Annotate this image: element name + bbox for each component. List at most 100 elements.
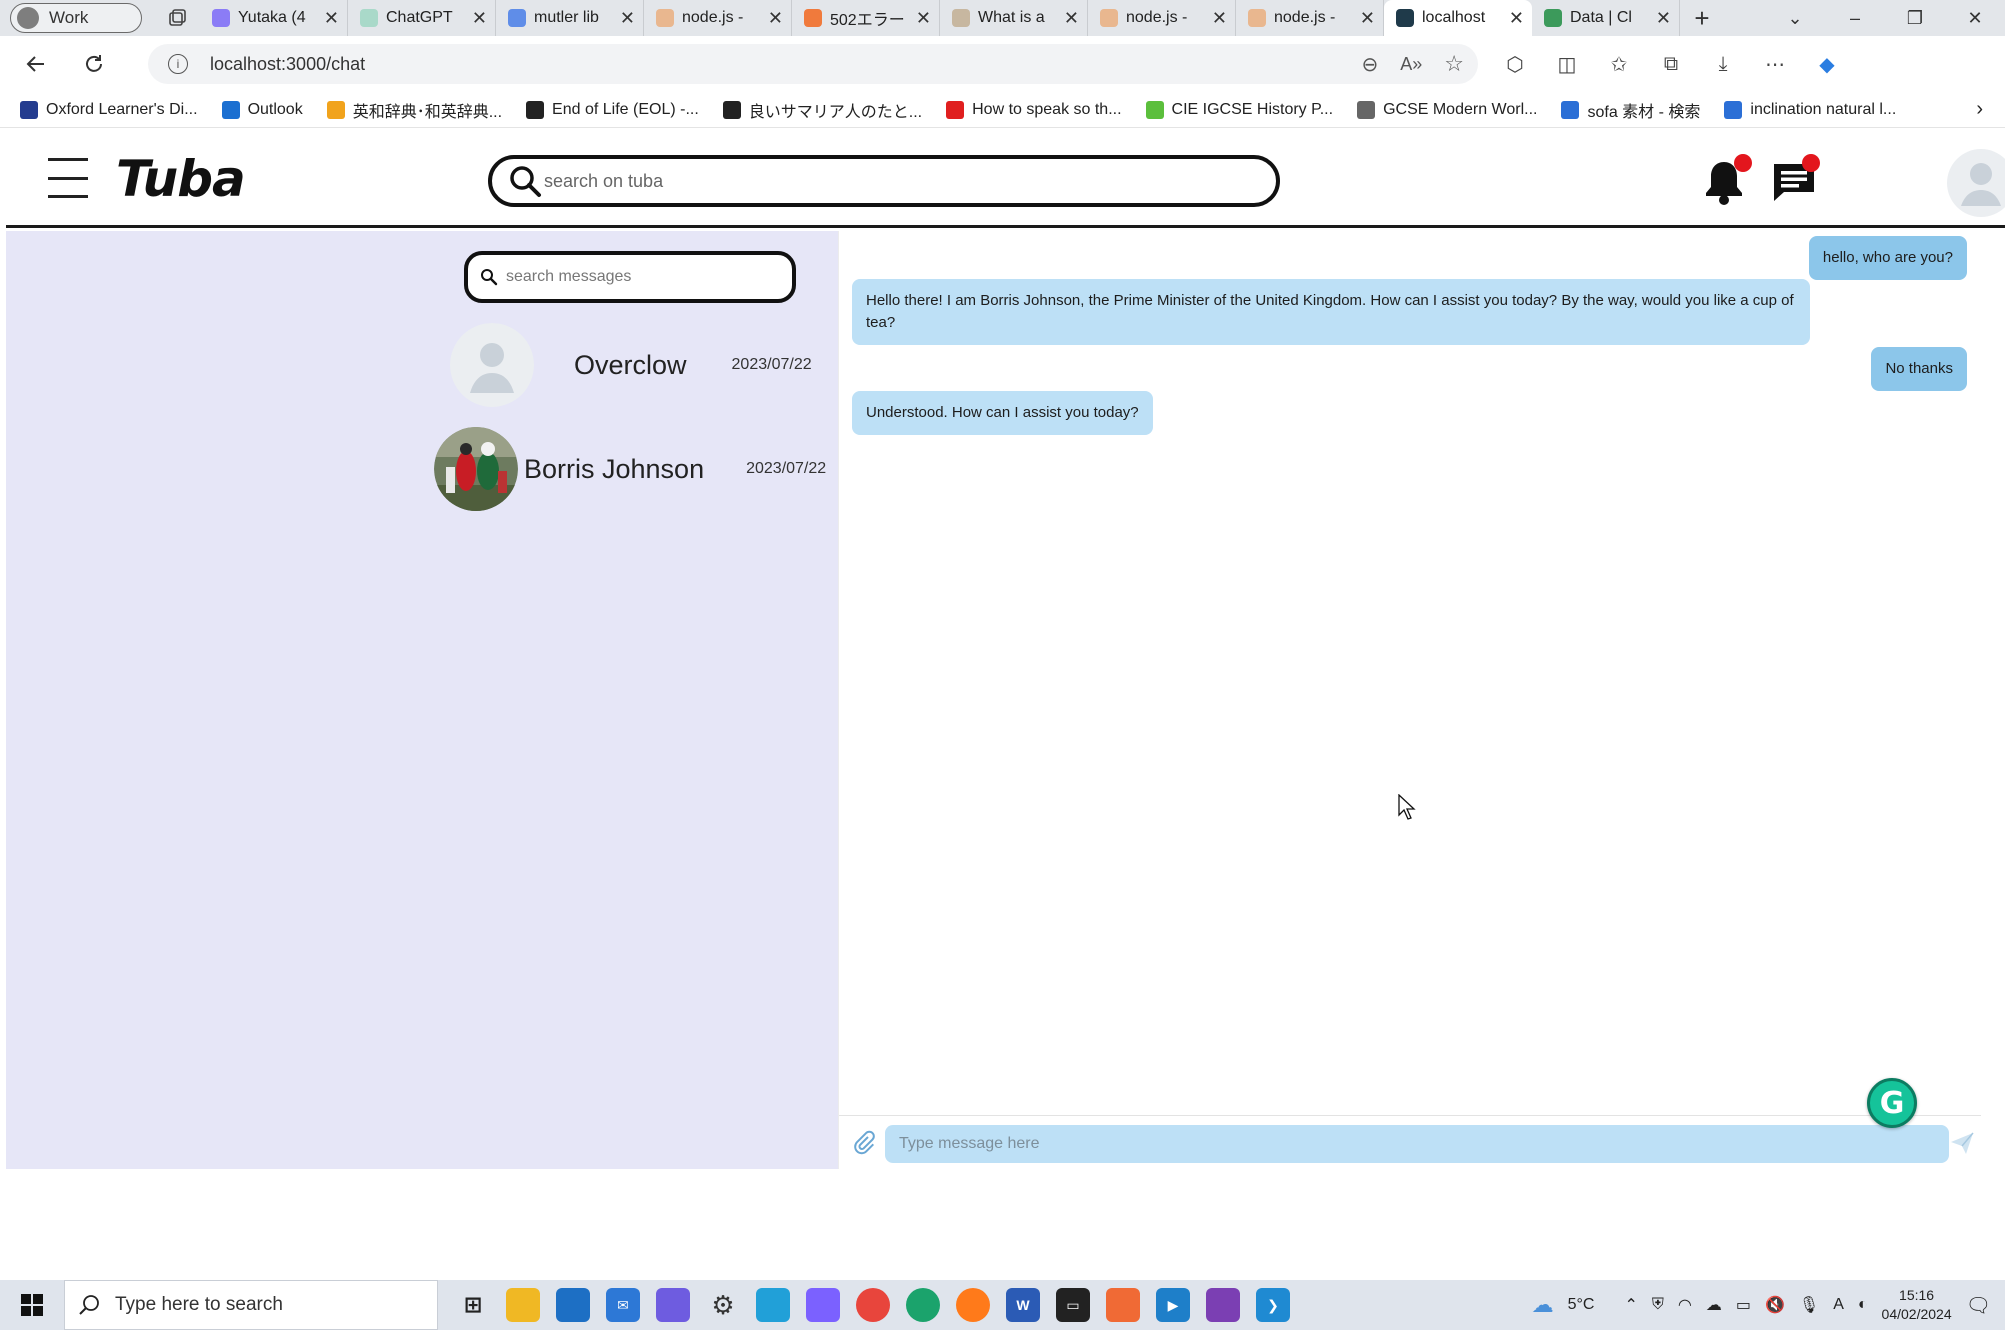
zoom-out-icon[interactable]: ⊖ (1361, 52, 1378, 77)
attach-paperclip-icon[interactable] (851, 1130, 877, 1156)
browser-tab[interactable]: What is a ✕ (940, 0, 1088, 36)
close-tab-icon[interactable]: ✕ (324, 8, 339, 29)
notifications-button[interactable] (1702, 154, 1752, 206)
copilot-app-icon[interactable] (656, 1288, 690, 1322)
close-tab-icon[interactable]: ✕ (620, 8, 635, 29)
browser-tab[interactable]: mutler lib ✕ (496, 0, 644, 36)
reload-button[interactable] (72, 44, 116, 84)
user-avatar[interactable] (1945, 148, 2005, 218)
minimize-button[interactable]: – (1825, 0, 1885, 36)
bookmark-item[interactable]: CIE IGCSE History P... (1145, 98, 1333, 122)
grammarly-icon[interactable]: G (1867, 1078, 1917, 1128)
weather-cloud-icon[interactable]: ☁ (1532, 1292, 1554, 1318)
terminal-icon[interactable]: ▭ (1056, 1288, 1090, 1322)
back-button[interactable] (14, 44, 58, 84)
close-tab-icon[interactable]: ✕ (472, 8, 487, 29)
read-aloud-icon[interactable]: A» (1400, 54, 1422, 75)
bookmark-item[interactable]: sofa 素材 - 検索 (1561, 98, 1700, 122)
app-logo[interactable]: Tuba (116, 150, 246, 208)
browser-tab[interactable]: 502エラー ✕ (792, 0, 940, 36)
input-language-icon[interactable]: A (1833, 1296, 1844, 1314)
close-tab-icon[interactable]: ✕ (916, 8, 931, 29)
word-icon[interactable]: W (1006, 1288, 1040, 1322)
edge-icon[interactable] (906, 1288, 940, 1322)
profile-button[interactable]: Work (10, 3, 142, 33)
bookmark-item[interactable]: Oxford Learner's Di... (20, 98, 198, 122)
new-tab-button[interactable]: + (1680, 3, 1724, 34)
system-clock[interactable]: 15:16 04/02/2024 (1882, 1286, 1952, 1324)
bookmark-favicon-icon (1724, 100, 1743, 119)
store-icon[interactable] (556, 1288, 590, 1322)
tab-title: localhost (1422, 9, 1486, 26)
favorites-icon[interactable]: ✩ (1602, 47, 1636, 81)
browser-tab[interactable]: localhost ✕ (1384, 0, 1532, 36)
ime-icon[interactable]: ◐ (1858, 1296, 1868, 1314)
taskbar-search-box[interactable]: Type here to search (64, 1280, 438, 1330)
close-window-button[interactable]: ✕ (1945, 0, 2005, 36)
bookmark-item[interactable]: How to speak so th... (946, 98, 1122, 122)
security-icon[interactable]: ⛨ (1652, 1296, 1664, 1314)
close-tab-icon[interactable]: ✕ (1656, 8, 1671, 29)
bookmark-item[interactable]: Outlook (221, 98, 303, 122)
chrome-icon[interactable] (856, 1288, 890, 1322)
browser-tab[interactable]: node.js - ✕ (1088, 0, 1236, 36)
favorite-star-icon[interactable]: ☆ (1444, 51, 1464, 77)
bookmarks-more-chevron-icon[interactable]: › (1976, 98, 1983, 121)
message-input[interactable] (885, 1125, 1949, 1163)
close-tab-icon[interactable]: ✕ (1212, 8, 1227, 29)
browser-tab[interactable]: node.js - ✕ (644, 0, 792, 36)
bookmark-item[interactable]: 英和辞典･和英辞典... (326, 98, 502, 122)
speaker-muted-icon[interactable]: 🔇 (1765, 1295, 1785, 1315)
start-button[interactable] (0, 1280, 64, 1330)
teams-icon[interactable] (806, 1288, 840, 1322)
extensions-icon[interactable]: ⬡ (1498, 47, 1532, 81)
split-screen-icon[interactable]: ◫ (1550, 47, 1584, 81)
bookmark-item[interactable]: 良いサマリア人のたと... (722, 98, 922, 122)
close-tab-icon[interactable]: ✕ (1064, 8, 1079, 29)
close-tab-icon[interactable]: ✕ (1360, 8, 1375, 29)
battery-icon[interactable]: ▭ (1736, 1295, 1751, 1315)
collections-icon[interactable]: ⧉ (1654, 47, 1688, 81)
git-icon[interactable] (1106, 1288, 1140, 1322)
bookmark-item[interactable]: End of Life (EOL) -... (526, 98, 699, 122)
url-field[interactable]: i localhost:3000/chat ⊖ A» ☆ (148, 44, 1478, 84)
task-view-icon[interactable]: ⊞ (456, 1288, 490, 1322)
messages-button[interactable] (1770, 154, 1820, 206)
browser-tab[interactable]: ChatGPT ✕ (348, 0, 496, 36)
more-menu-icon[interactable]: ⋯ (1758, 47, 1792, 81)
browser-tab[interactable]: Yutaka (4 ✕ (200, 0, 348, 36)
vscode-icon[interactable]: ❯ (1256, 1288, 1290, 1322)
wifi-icon[interactable]: ◠ (1678, 1295, 1692, 1315)
send-icon[interactable] (1949, 1130, 1975, 1156)
tray-chevron-up-icon[interactable]: ⌃ (1624, 1295, 1637, 1315)
restore-button[interactable]: ❐ (1885, 0, 1945, 36)
firefox-icon[interactable] (956, 1288, 990, 1322)
message-search-input[interactable] (506, 268, 776, 286)
file-explorer-icon[interactable] (506, 1288, 540, 1322)
notification-center-icon[interactable]: 🗨 (1966, 1293, 1991, 1318)
tab-actions-button[interactable] (154, 3, 200, 33)
media-player-icon[interactable]: ▶ (1156, 1288, 1190, 1322)
mail-icon[interactable]: ✉ (606, 1288, 640, 1322)
menu-icon[interactable] (48, 158, 88, 198)
clipchamp-icon[interactable] (1206, 1288, 1240, 1322)
browser-tab[interactable]: node.js - ✕ (1236, 0, 1384, 36)
copilot-icon[interactable]: ◆ (1810, 47, 1844, 81)
downloads-icon[interactable]: ⤓ (1706, 47, 1740, 81)
conversation-item[interactable]: Borris Johnson 2023/07/22 (434, 427, 826, 511)
close-tab-icon[interactable]: ✕ (1509, 8, 1524, 29)
bookmark-item[interactable]: inclination natural l... (1724, 98, 1896, 122)
global-search-input[interactable] (544, 170, 1244, 192)
bookmark-item[interactable]: GCSE Modern Worl... (1357, 98, 1537, 122)
browser-tab[interactable]: Data | Cl ✕ (1532, 0, 1680, 36)
global-search-box[interactable] (488, 155, 1280, 207)
settings-gear-icon[interactable]: ⚙ (706, 1288, 740, 1322)
onedrive-cloud-icon[interactable]: ☁ (1706, 1295, 1722, 1315)
tab-list-chevron-icon[interactable]: ⌄ (1765, 0, 1825, 36)
whiteboard-icon[interactable] (756, 1288, 790, 1322)
message-search-box[interactable] (464, 251, 796, 303)
site-info-icon[interactable]: i (168, 54, 188, 74)
conversation-item[interactable]: Overclow 2023/07/22 (450, 323, 812, 407)
close-tab-icon[interactable]: ✕ (768, 8, 783, 29)
microphone-icon[interactable]: 🎙 (1799, 1295, 1819, 1315)
